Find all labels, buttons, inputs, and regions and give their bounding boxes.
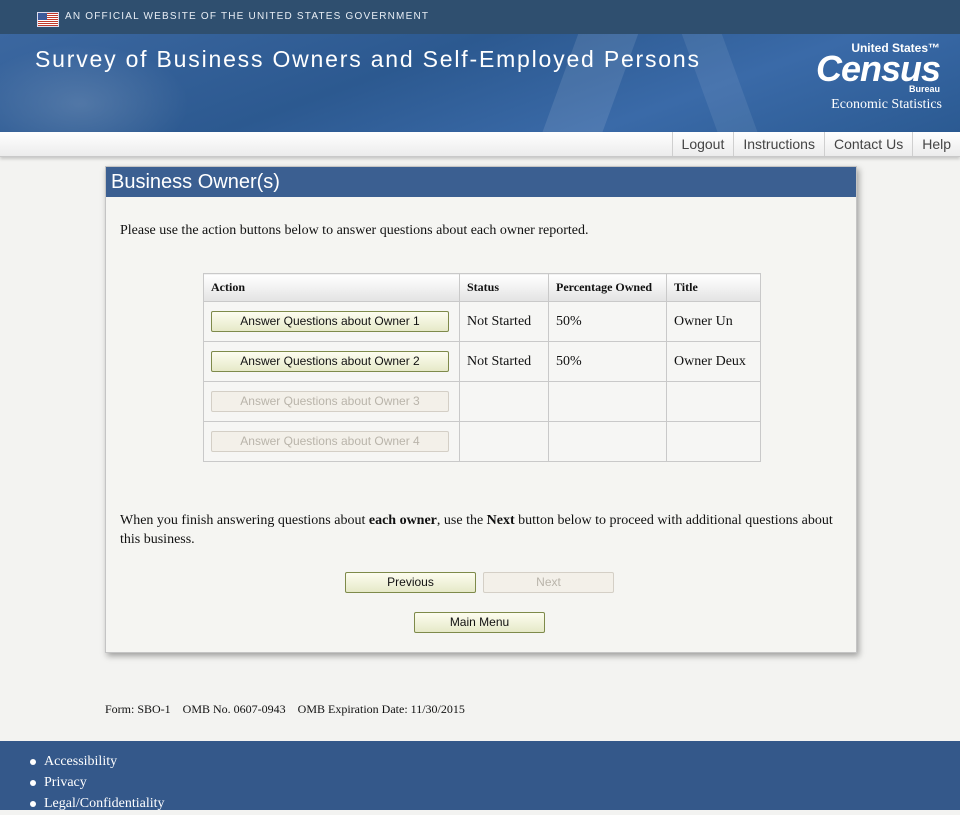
footer-link-accessibility[interactable]: Accessibility <box>30 752 165 773</box>
table-row: Answer Questions about Owner 2 Not Start… <box>203 341 761 382</box>
status-cell <box>459 381 549 422</box>
footer-link-privacy[interactable]: Privacy <box>30 773 165 794</box>
title-cell <box>666 421 761 462</box>
title-cell: Owner Un <box>666 301 761 342</box>
percent-cell <box>548 421 667 462</box>
percent-cell <box>548 381 667 422</box>
status-cell: Not Started <box>459 341 549 382</box>
footer-links: Accessibility Privacy Legal/Confidential… <box>30 752 165 815</box>
answer-owner-2-button[interactable]: Answer Questions about Owner 2 <box>211 351 449 372</box>
header-action: Action <box>203 273 460 302</box>
finish-text-2: , use the <box>436 513 487 528</box>
header-status: Status <box>459 273 549 302</box>
percent-cell: 50% <box>548 301 667 342</box>
action-cell: Answer Questions about Owner 3 <box>203 381 460 422</box>
form-info: Form: SBO-1 OMB No. 0607-0943 OMB Expira… <box>105 702 465 716</box>
action-cell: Answer Questions about Owner 2 <box>203 341 460 382</box>
table-row: Answer Questions about Owner 3 <box>203 381 761 422</box>
top-nav-links: Logout Instructions Contact Us Help <box>671 132 960 156</box>
main-menu-button[interactable]: Main Menu <box>414 612 545 633</box>
status-cell: Not Started <box>459 301 549 342</box>
logo-census: Census <box>815 48 941 89</box>
business-owners-panel: Business Owner(s) Please use the action … <box>105 166 857 653</box>
table-row: Answer Questions about Owner 4 <box>203 421 761 462</box>
finish-text-1: When you finish answering questions abou… <box>120 513 369 528</box>
nav-help[interactable]: Help <box>912 132 960 156</box>
action-cell: Answer Questions about Owner 4 <box>203 421 460 462</box>
site-footer: Accessibility Privacy Legal/Confidential… <box>0 741 960 811</box>
gov-banner-text: AN OFFICIAL WEBSITE OF THE UNITED STATES… <box>65 11 430 22</box>
answer-owner-1-button[interactable]: Answer Questions about Owner 1 <box>211 311 449 332</box>
action-cell: Answer Questions about Owner 1 <box>203 301 460 342</box>
nav-instructions[interactable]: Instructions <box>733 132 824 156</box>
table-header-row: Action Status Percentage Owned Title <box>203 273 761 302</box>
top-nav-bar: Logout Instructions Contact Us Help <box>0 132 960 157</box>
title-cell: Owner Deux <box>666 341 761 382</box>
owners-table: Action Status Percentage Owned Title Ans… <box>203 273 761 462</box>
answer-owner-3-button: Answer Questions about Owner 3 <box>211 391 449 412</box>
site-header: Survey of Business Owners and Self-Emplo… <box>0 34 960 132</box>
status-cell <box>459 421 549 462</box>
intro-text: Please use the action buttons below to a… <box>120 223 589 238</box>
census-logo[interactable]: United States™ Census Bureau Economic St… <box>802 42 942 126</box>
header-title: Title <box>666 273 761 302</box>
gov-banner: AN OFFICIAL WEBSITE OF THE UNITED STATES… <box>0 0 960 34</box>
logo-economic-statistics: Economic Statistics <box>831 97 942 112</box>
finish-bold-next: Next <box>486 513 515 528</box>
next-button: Next <box>483 572 614 593</box>
finish-instructions: When you finish answering questions abou… <box>120 511 852 549</box>
site-title: Survey of Business Owners and Self-Emplo… <box>35 46 701 72</box>
us-flag-icon <box>37 12 59 27</box>
title-cell <box>666 381 761 422</box>
nav-logout[interactable]: Logout <box>671 132 734 156</box>
panel-title: Business Owner(s) <box>106 167 856 197</box>
percent-cell: 50% <box>548 341 667 382</box>
header-percentage-owned: Percentage Owned <box>548 273 667 302</box>
table-row: Answer Questions about Owner 1 Not Start… <box>203 301 761 342</box>
nav-contact-us[interactable]: Contact Us <box>823 132 912 156</box>
previous-button[interactable]: Previous <box>345 572 476 593</box>
answer-owner-4-button: Answer Questions about Owner 4 <box>211 431 449 452</box>
finish-bold-each-owner: each owner <box>368 513 437 528</box>
footer-link-legal[interactable]: Legal/Confidentiality <box>30 794 165 815</box>
